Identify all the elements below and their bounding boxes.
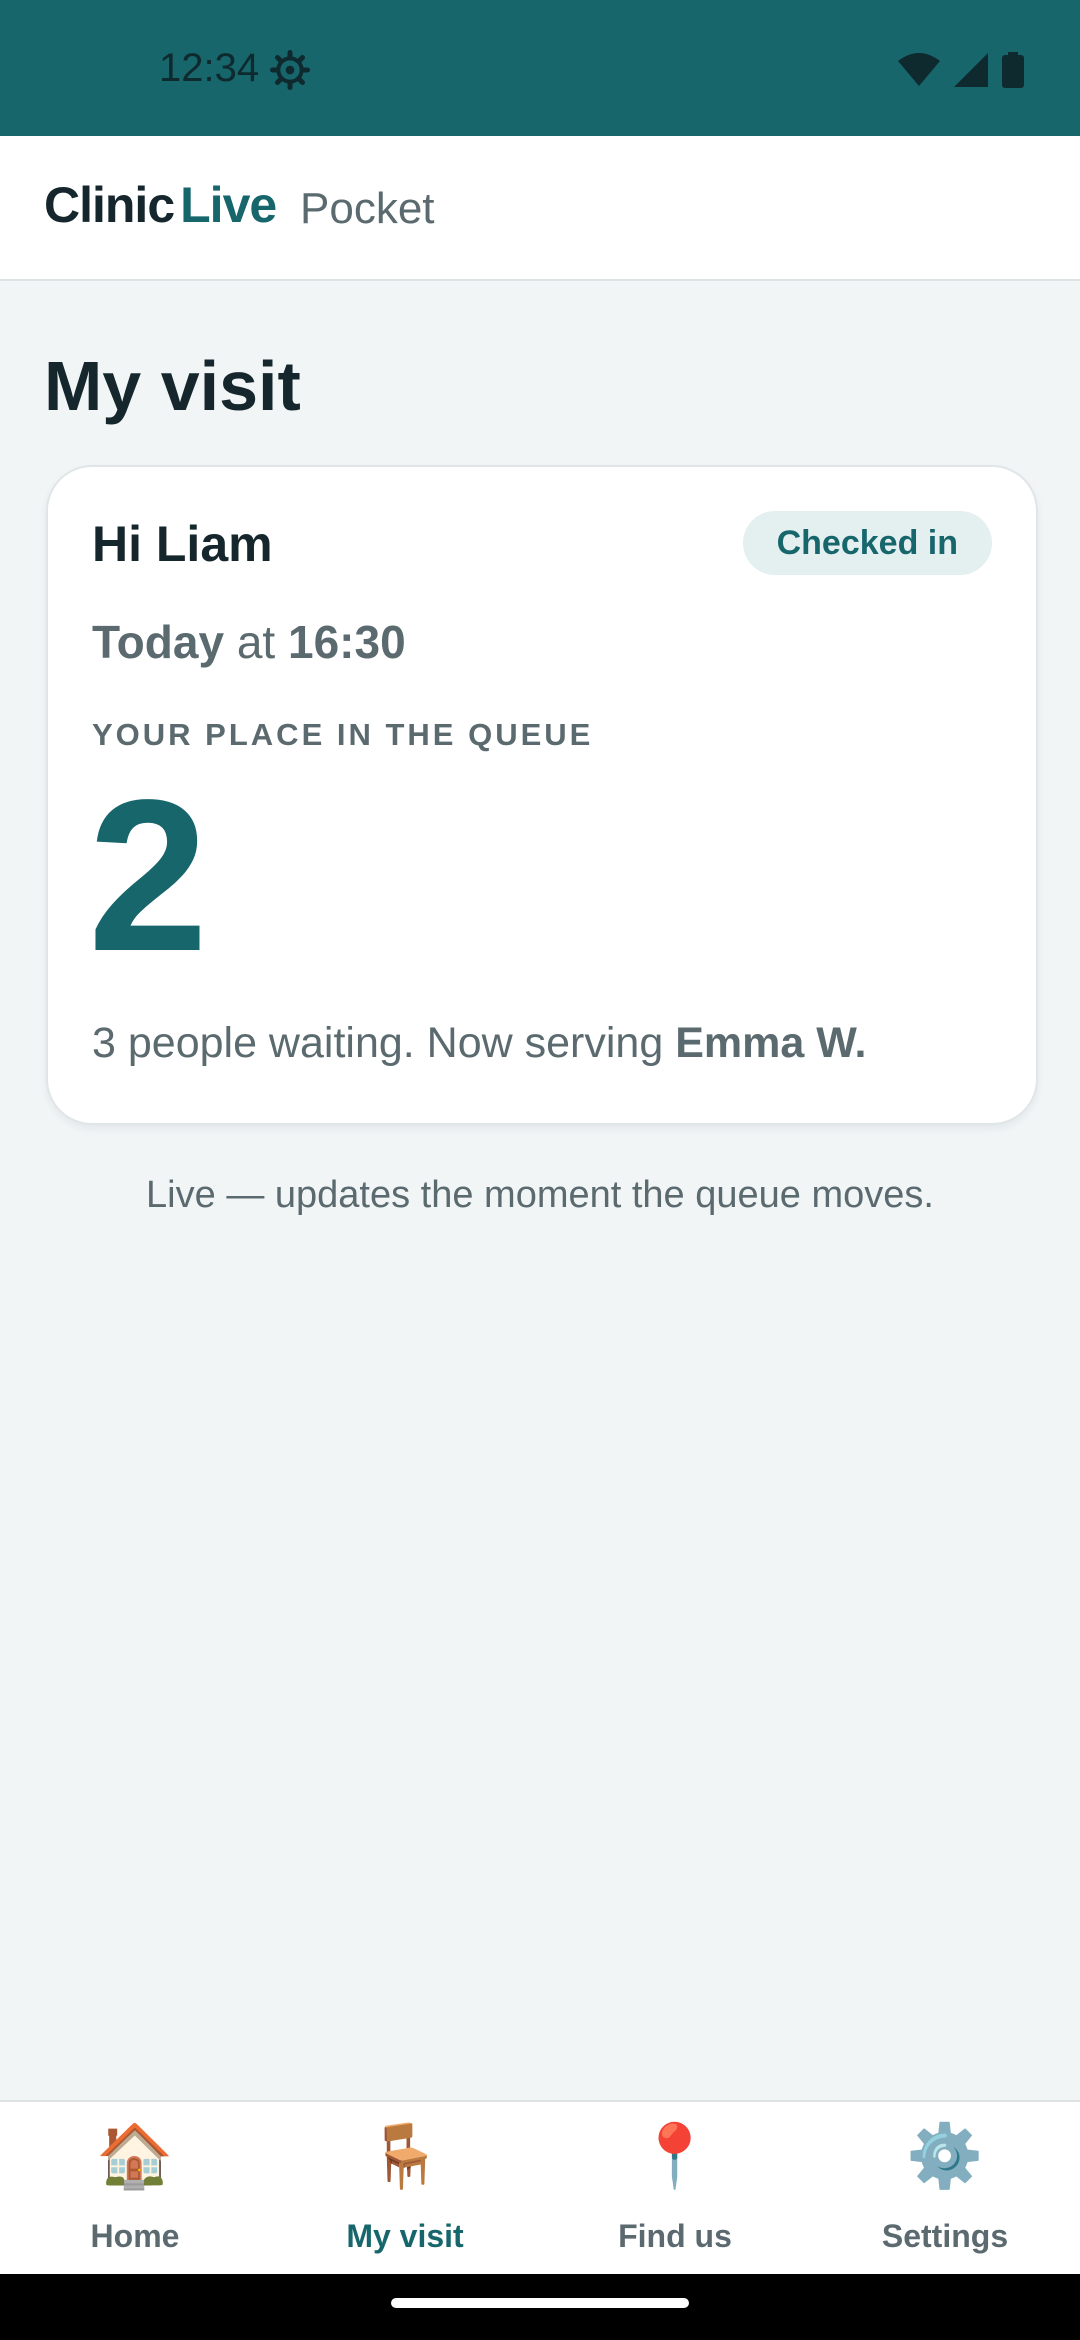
home-gesture-handle[interactable] [391,2298,689,2308]
status-badge: Checked in [742,511,992,575]
status-time: 12:34 [159,46,260,90]
brand-subtitle: Pocket [300,184,435,233]
appointment-at: at [236,616,276,668]
brand-part-live: Live [180,177,277,233]
status-bar: 12:34 [0,0,1080,136]
app-bar: Clinic Live Pocket [0,136,1080,281]
system-nav-bar [0,2274,1080,2340]
status-indicators [898,52,1024,88]
bottom-nav: 🏠 Home 🪑 My visit 📍 Find us ⚙️ Settings [0,2100,1080,2276]
cell-signal-icon [954,53,988,87]
settings-gear-status-icon [270,50,310,90]
brand-part-clinic: Clinic [44,177,175,233]
page-title: My visit [44,347,301,425]
waiting-text: 3 people waiting. Now serving [92,1019,664,1067]
wifi-icon [898,53,940,86]
greeting: Hi Liam [92,516,273,572]
battery-icon [1002,52,1024,88]
nav-item-my-visit[interactable]: 🪑 My visit [270,2102,540,2276]
queue-label: YOUR PLACE IN THE QUEUE [92,717,594,752]
nav-label-home: Home [90,2218,180,2254]
now-serving-name: Emma W. [675,1019,867,1067]
nav-item-settings[interactable]: ⚙️ Settings [810,2102,1080,2276]
appointment-time: Today at 16:30 [92,615,406,669]
brand-logo: Clinic Live [44,176,277,234]
chair-icon: 🪑 [366,2122,444,2191]
gear-icon: ⚙️ [906,2122,984,2191]
visit-card: Hi Liam Checked in Today at 16:30 YOUR P… [46,465,1038,1125]
waiting-status: 3 people waiting. Now serving Emma W. [92,1019,866,1068]
nav-label-settings: Settings [881,2218,1009,2254]
appointment-day: Today [92,616,225,668]
nav-item-find-us[interactable]: 📍 Find us [540,2102,810,2276]
house-icon: 🏠 [96,2122,174,2191]
appointment-clock: 16:30 [288,616,406,668]
live-update-note: Live — updates the moment the queue move… [146,1174,934,1216]
nav-label-my-visit: My visit [346,2218,464,2254]
queue-position: 2 [88,754,209,996]
nav-label-find-us: Find us [618,2218,732,2254]
location-pin-icon: 📍 [636,2122,714,2191]
nav-item-home[interactable]: 🏠 Home [0,2102,270,2276]
